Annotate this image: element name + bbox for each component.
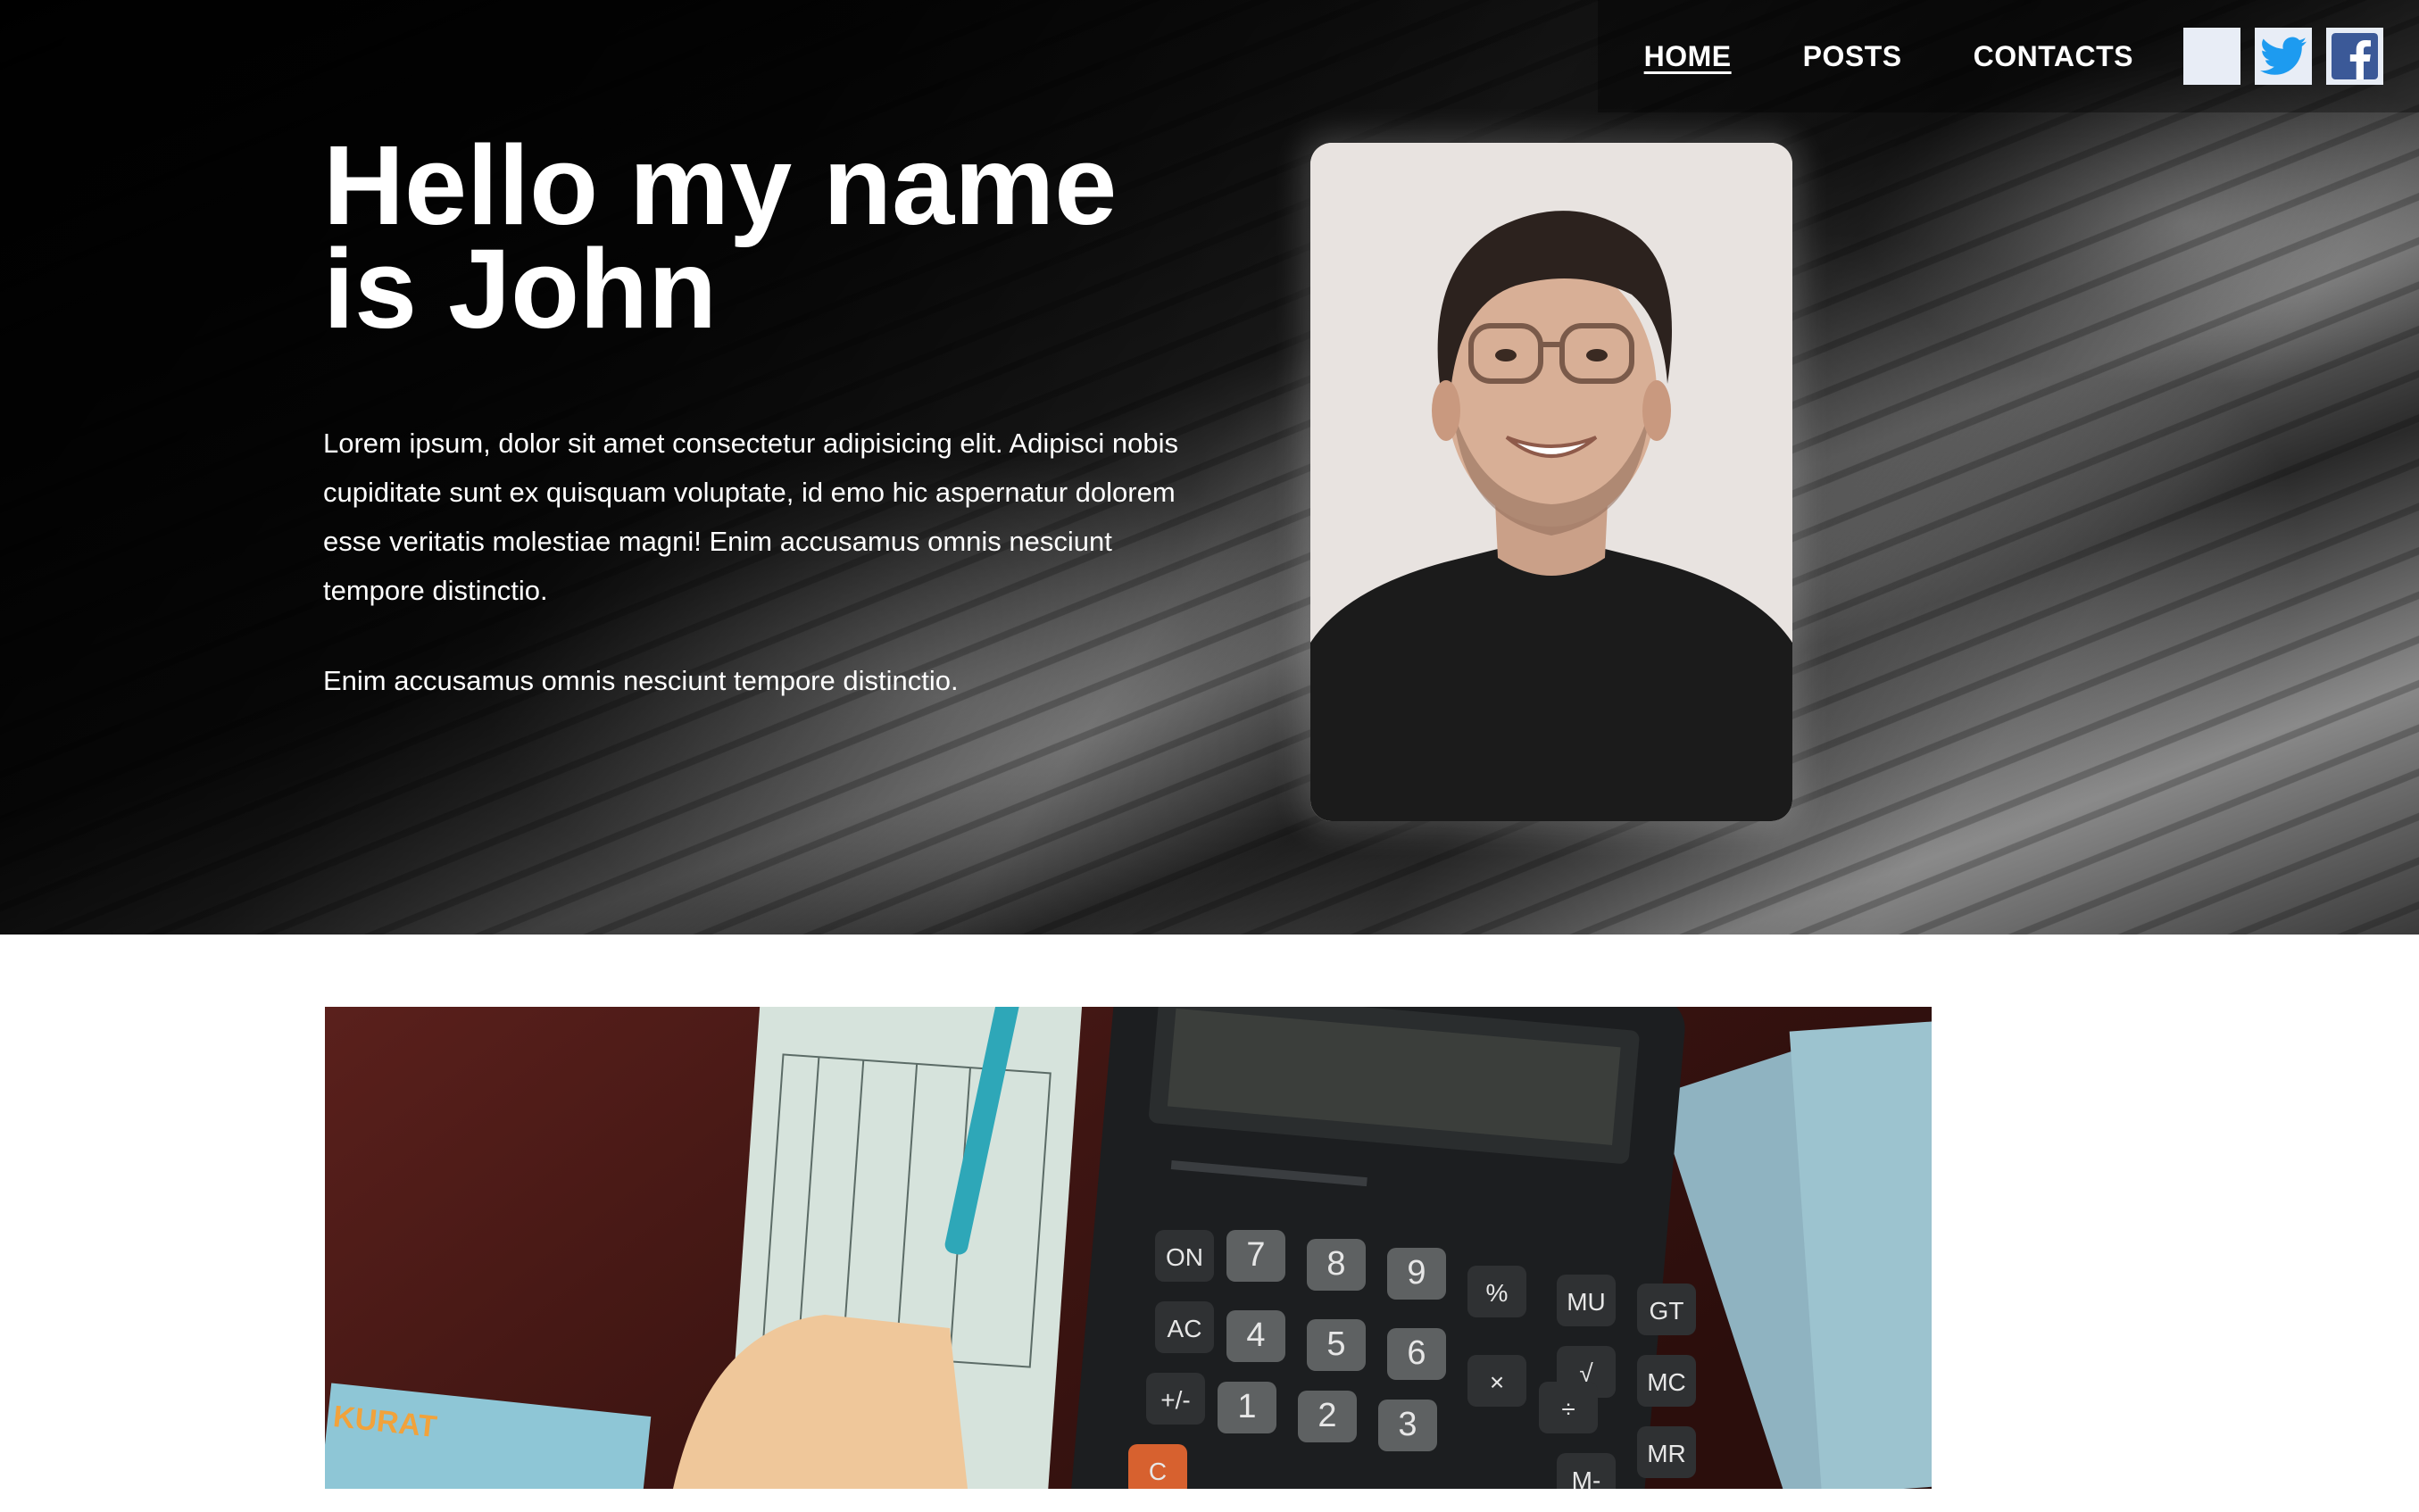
calculator-key-label: 5 xyxy=(1326,1325,1345,1363)
calculator-key-label: AC xyxy=(1168,1315,1202,1342)
nav-link-home[interactable]: HOME xyxy=(1644,40,1732,73)
profile-photo xyxy=(1310,143,1792,821)
calculator-key: MU xyxy=(1557,1275,1616,1326)
calculator-key: M- xyxy=(1557,1453,1616,1489)
nav-link-contacts[interactable]: CONTACTS xyxy=(1974,40,2133,73)
hero-intro-paragraph: Lorem ipsum, dolor sit amet consectetur … xyxy=(323,428,1179,606)
calculator-key-label: 3 xyxy=(1398,1406,1417,1443)
calculator-key: 1 xyxy=(1218,1382,1276,1433)
calculator-key-label: M- xyxy=(1572,1466,1601,1489)
calculator-key: 5 xyxy=(1307,1319,1366,1371)
social-links xyxy=(2183,28,2383,85)
calculator-key-label: 8 xyxy=(1326,1245,1345,1283)
calculator-key-label: 4 xyxy=(1246,1317,1265,1354)
calculator-key: +/- xyxy=(1146,1373,1205,1425)
calculator-key-label: % xyxy=(1486,1279,1509,1307)
calculator-key-label: 9 xyxy=(1407,1254,1426,1292)
calculator-key: ÷ xyxy=(1539,1382,1598,1433)
calculator-key: GT xyxy=(1637,1284,1696,1335)
calculator-key: 7 xyxy=(1226,1230,1285,1282)
hero-section: HOME POSTS CONTACTS Hello my name is Joh… xyxy=(0,0,2419,935)
calculator-key-label: 1 xyxy=(1237,1388,1256,1425)
calculator-key: × xyxy=(1467,1355,1526,1407)
hero-secondary-paragraph: Enim accusamus omnis nesciunt tempore di… xyxy=(323,665,959,696)
calculator-key-label: 6 xyxy=(1407,1334,1426,1372)
profile-photo-illustration xyxy=(1310,143,1792,821)
calculator-key: 6 xyxy=(1387,1328,1446,1380)
calculator-key: 4 xyxy=(1226,1310,1285,1362)
nav-link-posts[interactable]: POSTS xyxy=(1803,40,1902,73)
calculator-key: 2 xyxy=(1298,1391,1357,1442)
post-feature-image[interactable]: KURAT ON 7 8 9% MU GT AC 4 5 6 √ MC +/- 1 2 3 × ÷ MR C M- xyxy=(325,1007,1932,1489)
calculator-key: ON xyxy=(1155,1230,1214,1282)
twitter-icon xyxy=(2260,37,2307,75)
calculator-key: AC xyxy=(1155,1301,1214,1353)
calculator-key: MR xyxy=(1637,1426,1696,1478)
calculator-key-label: GT xyxy=(1650,1297,1684,1325)
calculator-key-label: ÷ xyxy=(1561,1395,1575,1423)
calculator-key-label: +/- xyxy=(1160,1386,1190,1414)
calculator-key-label: 7 xyxy=(1246,1236,1265,1274)
calculator-key-label: 2 xyxy=(1318,1397,1336,1434)
calculator-key: % xyxy=(1467,1266,1526,1317)
calculator-illustration: KURAT ON 7 8 9% MU GTAC 4 5 6√ MC+/- 1 2 3×÷MRC M- xyxy=(325,1007,1932,1489)
calculator-key-label: ON xyxy=(1166,1243,1203,1271)
hero-title: Hello my name is John xyxy=(323,122,1118,352)
social-facebook-button[interactable] xyxy=(2326,28,2383,85)
calculator-key: 8 xyxy=(1307,1239,1366,1291)
calculator-key: MC xyxy=(1637,1355,1696,1407)
calculator-key: C xyxy=(1128,1444,1187,1489)
calculator-key-label: C xyxy=(1149,1458,1167,1485)
social-blank-button[interactable] xyxy=(2183,28,2240,85)
calculator-key-label: MC xyxy=(1647,1368,1686,1396)
calculator-key-label: MU xyxy=(1567,1288,1606,1316)
calculator-key-label: × xyxy=(1490,1368,1504,1396)
calculator-key: 9 xyxy=(1387,1248,1446,1300)
facebook-icon xyxy=(2332,33,2378,79)
top-navigation: HOME POSTS CONTACTS xyxy=(1598,0,2419,112)
social-twitter-button[interactable] xyxy=(2255,28,2312,85)
calculator-key: 3 xyxy=(1378,1400,1437,1451)
calculator-key-label: MR xyxy=(1647,1440,1686,1467)
